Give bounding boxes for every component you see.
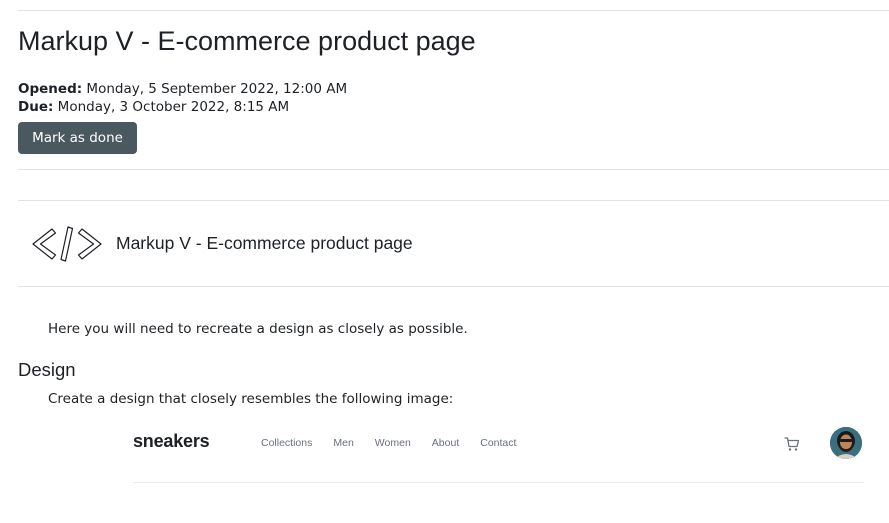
preview-brand-logo: sneakers: [133, 431, 210, 451]
preview-nav: Collections Men Women About Contact: [261, 437, 516, 449]
cart-icon: [784, 437, 800, 451]
preview-nav-about: About: [431, 437, 460, 449]
preview-divider: [133, 482, 864, 483]
opened-label: Opened:: [18, 81, 83, 97]
opened-value: Monday, 5 September 2022, 12:00 AM: [82, 81, 348, 97]
due-value: Monday, 3 October 2022, 8:15 AM: [53, 99, 290, 115]
activity-dates: Opened: Monday, 5 September 2022, 12:00 …: [18, 80, 347, 116]
header-divider: [18, 169, 889, 170]
activity-header: Markup V - E-commerce product page: [18, 201, 889, 286]
preview-nav-collections: Collections: [261, 437, 313, 449]
design-description: Create a design that closely resembles t…: [48, 391, 454, 407]
design-preview-image: sneakers Collections Men Women About Con…: [133, 424, 864, 484]
preview-nav-women: Women: [374, 437, 411, 449]
top-divider: [18, 10, 889, 11]
mark-as-done-button[interactable]: Mark as done: [18, 122, 137, 154]
intro-text: Here you will need to recreate a design …: [48, 321, 468, 337]
page-title: Markup V - E-commerce product page: [18, 26, 476, 56]
avatar: [830, 427, 862, 459]
preview-nav-contact: Contact: [480, 437, 517, 449]
due-date: Due: Monday, 3 October 2022, 8:15 AM: [18, 98, 347, 116]
activity-name: Markup V - E-commerce product page: [116, 233, 413, 253]
design-heading: Design: [18, 359, 76, 380]
due-label: Due:: [18, 99, 54, 115]
activity-bottom-divider: [18, 286, 889, 287]
code-icon: [32, 226, 102, 262]
opened-date: Opened: Monday, 5 September 2022, 12:00 …: [18, 80, 347, 98]
preview-nav-men: Men: [333, 437, 354, 449]
